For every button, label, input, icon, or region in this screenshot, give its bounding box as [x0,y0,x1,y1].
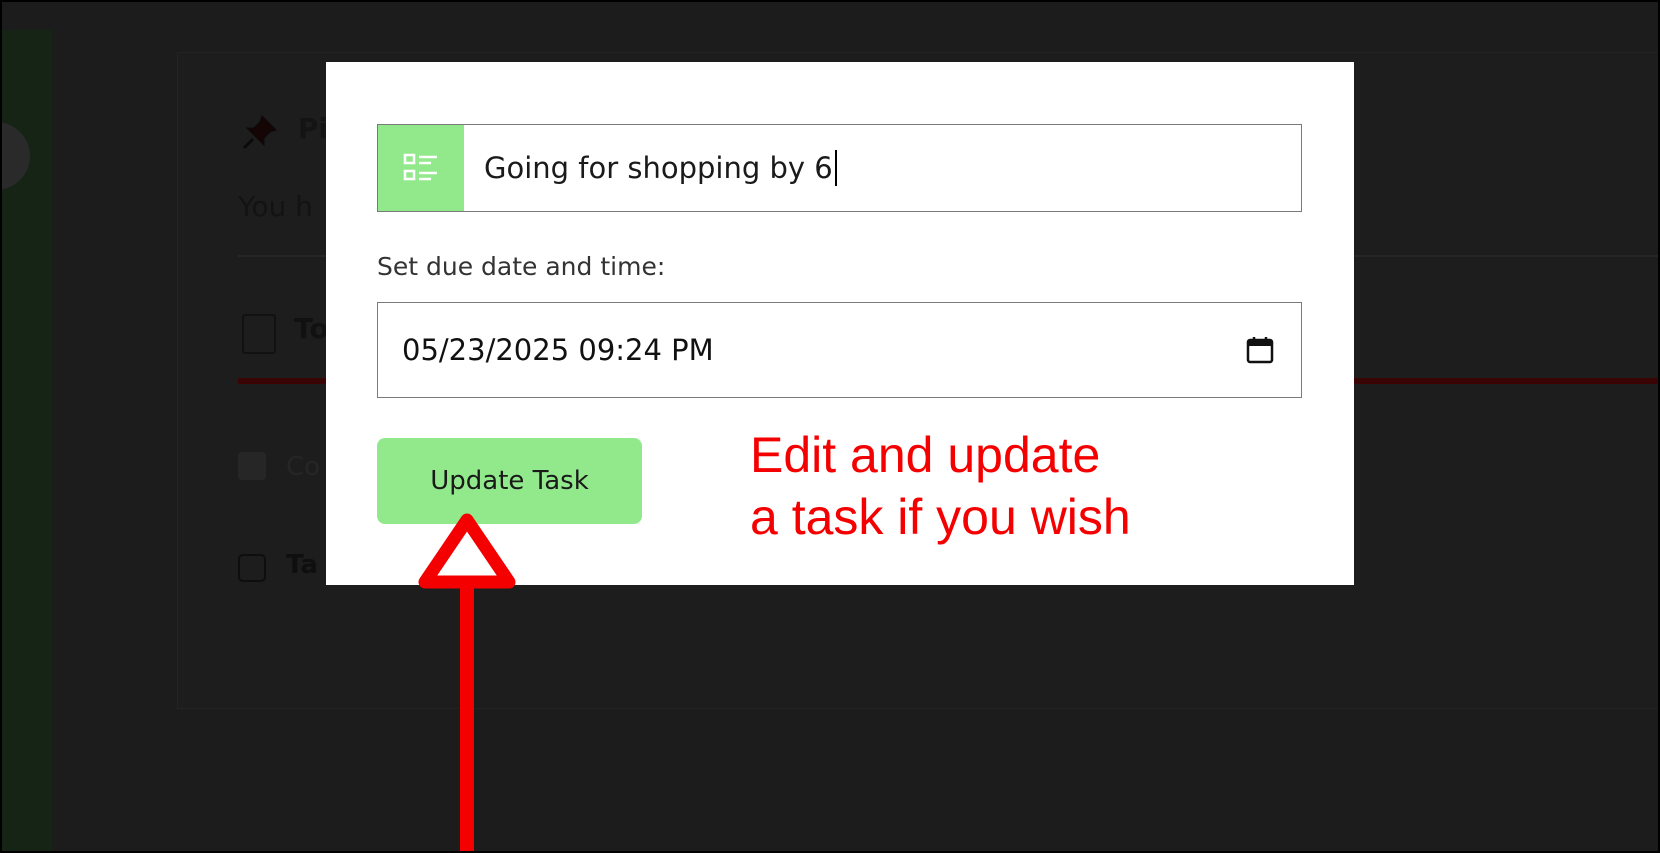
pushpin-icon [242,115,277,150]
calendar-icon[interactable] [1245,335,1275,365]
task-checkbox[interactable] [238,554,266,582]
task-text-value: Going for shopping by 6 [484,151,833,185]
text-caret [834,150,837,186]
list-icon [378,125,464,211]
section-title: To [294,312,329,345]
task-input-group: Going for shopping by 6 [377,124,1302,212]
due-datetime-value: 05/23/2025 09:24 PM [402,333,714,367]
due-datetime-input[interactable]: 05/23/2025 09:24 PM [377,302,1302,398]
annotation-text: Edit and update a task if you wish [750,424,1131,548]
due-date-label: Set due date and time: [377,252,666,281]
completed-label: Co [286,452,321,482]
note-icon [242,314,276,354]
background-subtitle: You h [238,190,313,223]
annotation-arrow-icon [418,513,516,851]
screenshot-frame: Pi You h To Co Ta Going for shopping by … [0,0,1660,853]
background-title: Pi [298,112,329,145]
task-text-input[interactable]: Going for shopping by 6 [464,125,1301,211]
completed-checkbox[interactable] [238,452,266,480]
annotation-line-1: Edit and update [750,427,1101,483]
annotation-line-2: a task if you wish [750,489,1131,545]
task-label: Ta [286,550,318,580]
